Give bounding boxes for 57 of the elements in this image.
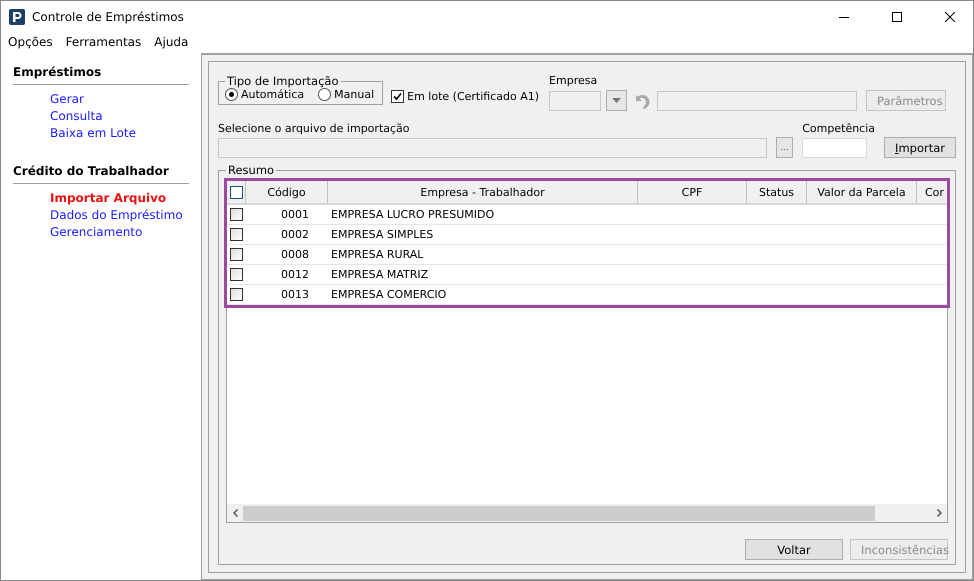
column-header[interactable]: Código [245, 181, 327, 203]
row-checkbox[interactable] [230, 288, 242, 301]
competence-field[interactable] [802, 138, 868, 158]
column-header[interactable]: CPF [637, 181, 746, 203]
column-header[interactable]: Empresa - Trabalhador [327, 181, 637, 203]
row-checkbox[interactable] [230, 208, 242, 221]
table-cell-text: EMPRESA LUCRO PRESUMIDO [330, 208, 496, 221]
scrollbar-thumb[interactable] [243, 506, 875, 520]
footer-button[interactable]: Voltar [745, 539, 843, 560]
checkbox-icon[interactable] [391, 90, 404, 103]
sidebar-link[interactable]: Gerenciamento [50, 225, 189, 239]
column-header[interactable]: Status [746, 181, 806, 203]
scroll-right-icon[interactable] [936, 509, 942, 517]
batch-checkbox[interactable]: Em lote (Certificado A1) [391, 90, 540, 103]
sidebar-heading: Crédito do Trabalhador [13, 164, 189, 184]
browse-button[interactable]: ... [776, 137, 794, 158]
radio-option[interactable]: Automática [225, 88, 304, 101]
column-header[interactable]: Valor da Parcela [806, 181, 916, 203]
table-cell-text: 0001 [280, 208, 310, 221]
select-all-checkbox[interactable] [230, 186, 242, 198]
row-checkbox[interactable] [230, 268, 242, 281]
sidebar-link[interactable]: Dados do Empréstimo [50, 208, 189, 222]
group-legend: Tipo de Importação [225, 74, 341, 88]
radio-icon[interactable] [318, 88, 332, 101]
import-button[interactable]: Importar [884, 137, 956, 158]
sidebar-link[interactable]: Baixa em Lote [50, 126, 189, 140]
table-cell-text: 0012 [280, 268, 310, 281]
close-icon[interactable] [945, 12, 955, 22]
maximize-icon[interactable] [892, 12, 902, 22]
field-label: Competência [802, 122, 876, 135]
minimize-icon[interactable] [839, 16, 849, 18]
menu-item[interactable]: Opções [8, 35, 53, 49]
group-legend: Resumo [226, 163, 276, 177]
menu-item[interactable]: Ajuda [154, 35, 188, 49]
sidebar-link[interactable]: Importar Arquivo [50, 191, 189, 205]
radio-icon[interactable] [225, 88, 238, 101]
table-cell-text: 0013 [280, 288, 310, 301]
table-cell-text: EMPRESA COMERCIO [330, 288, 448, 301]
table-cell-text: EMPRESA MATRIZ [330, 268, 430, 281]
file-path-field[interactable] [218, 138, 767, 158]
field-label: Selecione o arquivo de importação [218, 122, 411, 135]
menu-item[interactable]: Ferramentas [66, 35, 142, 49]
table-cell-text: 0002 [280, 228, 310, 241]
table-cell-text: EMPRESA SIMPLES [330, 228, 434, 241]
sidebar-heading: Empréstimos [13, 65, 189, 85]
row-checkbox[interactable] [230, 228, 242, 241]
column-header[interactable]: Cor [916, 181, 947, 203]
row-checkbox[interactable] [230, 248, 242, 261]
app-logo-icon [9, 9, 25, 25]
table-cell-text: 0008 [280, 248, 310, 261]
scroll-left-icon[interactable] [232, 509, 238, 517]
sidebar-link[interactable]: Gerar [50, 92, 189, 106]
window-title: Controle de Empréstimos [32, 10, 185, 24]
field-label: Empresa [549, 74, 598, 87]
radio-option[interactable]: Manual [318, 88, 374, 101]
sidebar-link[interactable]: Consulta [50, 109, 189, 123]
table-cell-text: EMPRESA RURAL [330, 248, 424, 261]
